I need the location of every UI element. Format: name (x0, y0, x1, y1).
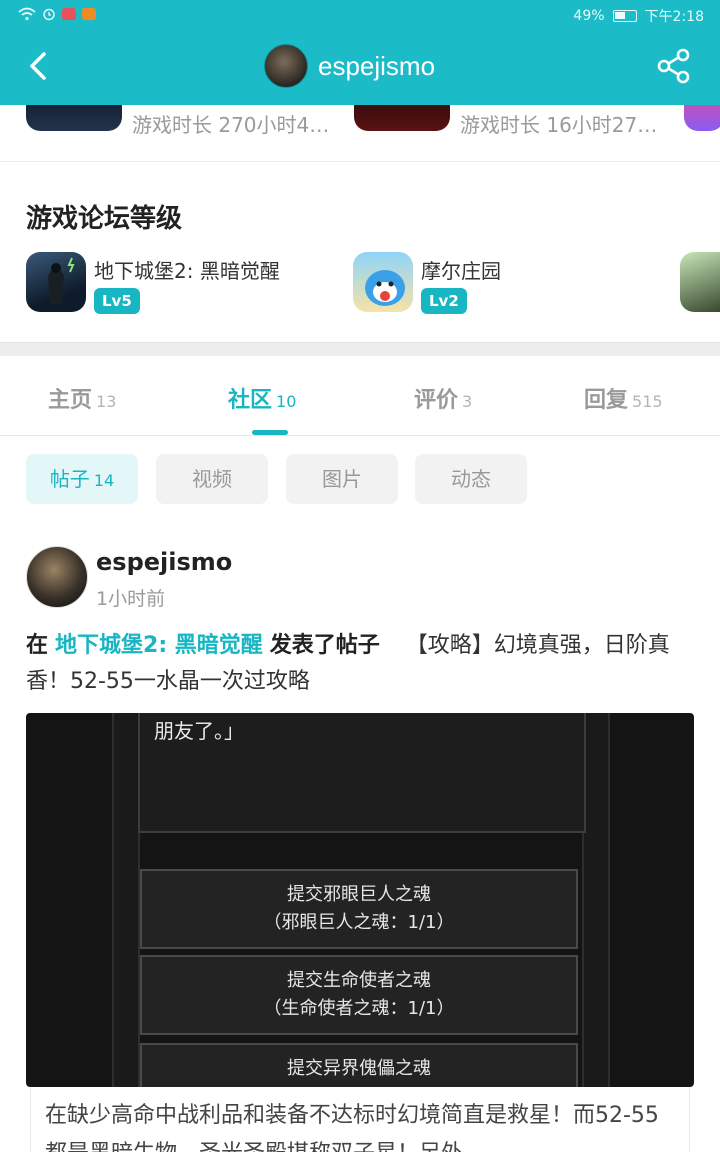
post-time: 1小时前 (96, 588, 166, 610)
status-right: 49% 下午2:18 (573, 6, 704, 26)
status-bar: 49% 下午2:18 (0, 0, 720, 30)
tab-count: 13 (96, 392, 117, 411)
level-badge: Lv5 (94, 288, 140, 314)
game-link[interactable]: 地下城堡2: 黑暗觉醒 (55, 633, 263, 658)
back-icon[interactable] (22, 48, 58, 84)
game-icon (353, 252, 413, 312)
tab-reviews[interactable]: 评价 3 (414, 382, 472, 414)
dialog-text: 朋友了。」 (154, 719, 244, 743)
post-image[interactable]: 朋友了。」 提交邪眼巨人之魂 （邪眼巨人之魂：1/1） 提交生命使者之魂 （生命… (26, 713, 694, 1087)
game-icon (26, 252, 86, 312)
post-headline[interactable]: 在 地下城堡2: 黑暗觉醒 发表了帖子 【攻略】幻境真强，日阶真香！52-55一水… (26, 628, 696, 700)
post-body[interactable]: 在缺少高命中战利品和装备不达标时幻境简直是救星！而52-55都是黑暗生物，圣光圣… (30, 1087, 690, 1152)
image-frame (582, 713, 610, 1087)
filter-count: 14 (93, 471, 115, 490)
tab-label: 评价 (414, 388, 459, 413)
image-frame (112, 713, 140, 1087)
alarm-icon (43, 8, 55, 21)
image-button-line1: 提交异界傀儡之魂 (287, 1058, 431, 1079)
top-app-bar: 49% 下午2:18 espejismo (0, 0, 720, 105)
tab-label: 社区 (228, 388, 273, 413)
active-tab-indicator (252, 430, 288, 435)
tab-bar: 主页 13 社区 10 评价 3 回复 515 (0, 356, 720, 436)
tab-label: 主页 (48, 388, 93, 413)
post-prefix: 在 (26, 633, 49, 658)
header: espejismo (0, 30, 720, 105)
playtime-label: 游戏时长 270小时4… (132, 113, 330, 137)
section-title: 游戏论坛等级 (26, 204, 183, 234)
filter-images[interactable]: 图片 (286, 454, 398, 504)
forum-level-item[interactable]: 摩尔庄园 Lv2 (353, 252, 613, 316)
game-icon[interactable] (26, 105, 122, 131)
image-button-line1: 提交邪眼巨人之魂 (287, 884, 431, 905)
image-button: 提交邪眼巨人之魂 （邪眼巨人之魂：1/1） (140, 869, 578, 949)
share-icon[interactable] (654, 46, 694, 86)
image-button: 提交异界傀儡之魂 (140, 1043, 578, 1087)
level-badge: Lv2 (421, 288, 467, 314)
tab-count: 515 (632, 392, 663, 411)
mole-icon (365, 270, 405, 306)
tab-community[interactable]: 社区 10 (228, 382, 296, 414)
avatar (264, 44, 308, 88)
post-author[interactable]: espejismo (96, 548, 232, 576)
page-title: espejismo (318, 50, 436, 81)
tab-home[interactable]: 主页 13 (48, 382, 116, 414)
filter-posts[interactable]: 帖子 14 (26, 454, 138, 504)
filter-label: 动态 (451, 467, 491, 491)
tab-count: 3 (462, 392, 473, 411)
image-button-line2: （生命使者之魂：1/1） (263, 998, 455, 1019)
filter-videos[interactable]: 视频 (156, 454, 268, 504)
game-icon (680, 252, 720, 312)
section-divider (0, 342, 720, 356)
battery-percent: 49% (573, 8, 605, 24)
image-button: 提交生命使者之魂 （生命使者之魂：1/1） (140, 955, 578, 1035)
wifi-icon (18, 7, 36, 21)
clock: 下午2:18 (644, 9, 704, 25)
filter-label: 图片 (322, 467, 362, 491)
forum-level-item[interactable] (680, 252, 720, 316)
played-games-row: 游戏时长 270小时4… 游戏时长 16小时27… (0, 105, 720, 162)
game-icon[interactable] (684, 105, 720, 131)
header-user[interactable]: espejismo (264, 44, 435, 88)
post-action: 发表了帖子 (269, 633, 380, 658)
filter-label: 帖子 (49, 467, 90, 491)
forum-game-name: 地下城堡2: 黑暗觉醒 (94, 259, 280, 283)
tab-label: 回复 (584, 388, 629, 413)
status-icons (18, 7, 96, 21)
avatar[interactable] (26, 546, 88, 608)
image-button-line1: 提交生命使者之魂 (287, 970, 431, 991)
tab-replies[interactable]: 回复 515 (584, 382, 663, 414)
playtime-label: 游戏时长 16小时27… (460, 113, 658, 137)
battery-icon (612, 10, 637, 22)
dialog-panel: 朋友了。」 (138, 713, 586, 833)
game-icon[interactable] (354, 105, 450, 131)
knight-icon (48, 257, 75, 304)
forum-game-name: 摩尔庄园 (421, 259, 501, 283)
app-notification-icon (62, 8, 76, 20)
game-notification-icon (82, 8, 96, 20)
image-button-line2: （邪眼巨人之魂：1/1） (263, 912, 455, 933)
filter-label: 视频 (192, 467, 232, 491)
tab-count: 10 (276, 392, 297, 411)
filter-activity[interactable]: 动态 (415, 454, 527, 504)
forum-level-item[interactable]: 地下城堡2: 黑暗觉醒 Lv5 (26, 252, 326, 316)
